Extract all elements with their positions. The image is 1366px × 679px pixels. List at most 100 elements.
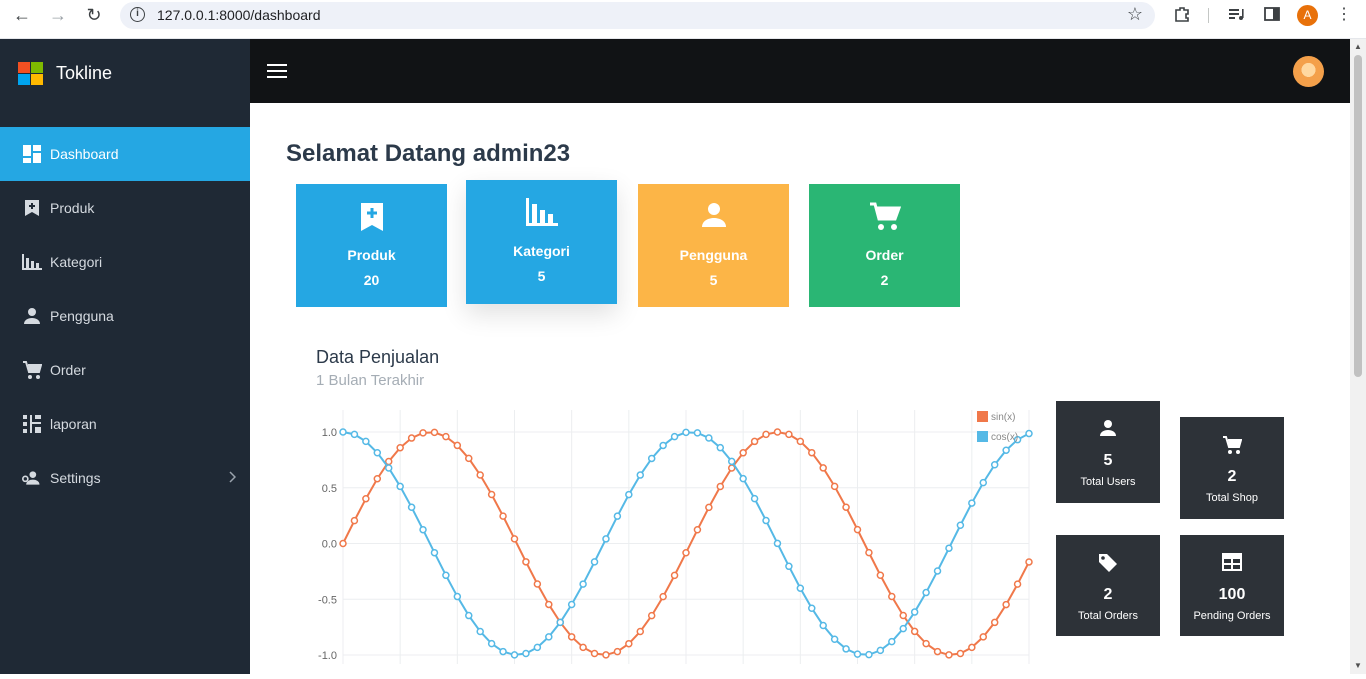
site-info-icon[interactable]: i bbox=[130, 7, 145, 22]
data-point bbox=[876, 571, 885, 579]
data-point bbox=[659, 592, 667, 601]
data-point bbox=[842, 503, 850, 511]
data-point bbox=[510, 651, 519, 659]
media-control-icon[interactable] bbox=[1226, 5, 1246, 25]
scroll-thumb[interactable] bbox=[1354, 55, 1362, 377]
profile-avatar[interactable]: A bbox=[1297, 5, 1318, 26]
users-settings-icon bbox=[22, 468, 42, 488]
data-point bbox=[350, 430, 359, 439]
card-order[interactable]: Order 2 bbox=[809, 184, 960, 307]
data-point bbox=[407, 434, 416, 442]
data-point bbox=[830, 482, 839, 491]
data-point bbox=[819, 464, 827, 472]
data-point bbox=[808, 448, 816, 457]
page-scrollbar[interactable]: ▲ ▼ bbox=[1350, 39, 1366, 674]
scroll-up-icon[interactable]: ▲ bbox=[1354, 42, 1362, 51]
stat-total-orders[interactable]: 2 Total Orders bbox=[1056, 535, 1160, 636]
person-icon bbox=[638, 202, 789, 232]
side-panel-icon[interactable] bbox=[1262, 5, 1282, 25]
report-icon bbox=[22, 414, 42, 434]
tag-icon bbox=[1056, 553, 1160, 573]
sidebar-item-label: Kategori bbox=[50, 254, 103, 270]
forward-arrow-icon[interactable]: → bbox=[44, 4, 72, 26]
data-point bbox=[808, 604, 816, 612]
data-point bbox=[945, 651, 953, 659]
data-point bbox=[1025, 429, 1033, 438]
browser-toolbar: ← → ↻ i 127.0.0.1:8000/dashboard ☆ A ⋮ bbox=[0, 0, 1366, 39]
stat-total-shop[interactable]: 2 Total Shop bbox=[1180, 417, 1284, 519]
sidebar-item-produk[interactable]: Produk bbox=[0, 181, 250, 235]
url-text[interactable]: 127.0.0.1:8000/dashboard bbox=[157, 7, 320, 23]
card-pengguna[interactable]: Pengguna 5 bbox=[638, 184, 789, 307]
bookmark-star-icon[interactable]: ☆ bbox=[1127, 4, 1143, 25]
data-point bbox=[362, 494, 370, 503]
reload-icon[interactable]: ↻ bbox=[80, 4, 108, 26]
sidebar-item-pengguna[interactable]: Pengguna bbox=[0, 289, 250, 343]
data-point bbox=[819, 621, 827, 630]
data-point bbox=[465, 611, 473, 620]
brand[interactable]: Tokline bbox=[18, 61, 112, 85]
sidebar-item-order[interactable]: Order bbox=[0, 343, 250, 397]
address-bar[interactable]: i 127.0.0.1:8000/dashboard ☆ bbox=[120, 2, 1155, 29]
data-point bbox=[876, 646, 885, 655]
sidebar-item-laporan[interactable]: laporan bbox=[0, 397, 250, 451]
data-point bbox=[487, 490, 496, 499]
data-point bbox=[842, 645, 850, 653]
data-point bbox=[762, 430, 770, 439]
sidebar-item-dashboard[interactable]: Dashboard bbox=[0, 127, 250, 181]
card-kategori[interactable]: Kategori 5 bbox=[466, 180, 617, 304]
data-point bbox=[785, 562, 793, 571]
data-point bbox=[419, 525, 427, 534]
sales-chart[interactable]: 1.0 0.5 0.0 -0.5 -1.0 sin(x) cos(x) bbox=[310, 400, 1040, 674]
stat-label: Total Users bbox=[1080, 476, 1136, 488]
data-point bbox=[670, 432, 679, 441]
data-point bbox=[716, 443, 725, 452]
hamburger-menu-icon[interactable] bbox=[267, 64, 287, 78]
sidebar-item-settings[interactable]: Settings bbox=[0, 451, 250, 505]
data-point bbox=[968, 643, 976, 652]
data-point bbox=[522, 558, 530, 566]
data-point bbox=[647, 454, 656, 463]
legend-swatch bbox=[977, 411, 988, 422]
bookmark-add-icon bbox=[296, 202, 447, 232]
extensions-icon[interactable] bbox=[1172, 5, 1192, 25]
data-point bbox=[830, 635, 839, 643]
data-point bbox=[499, 647, 507, 656]
data-point bbox=[362, 437, 370, 446]
data-point bbox=[796, 437, 805, 446]
data-point bbox=[693, 429, 702, 437]
sidebar-item-label: Order bbox=[50, 362, 86, 378]
data-point bbox=[968, 499, 976, 507]
scroll-down-icon[interactable]: ▼ bbox=[1354, 661, 1362, 670]
cart-icon bbox=[809, 202, 960, 232]
data-point bbox=[933, 647, 942, 656]
data-point bbox=[647, 611, 656, 620]
data-point bbox=[933, 567, 942, 575]
data-point bbox=[545, 600, 553, 609]
data-point bbox=[579, 580, 587, 588]
data-point bbox=[899, 624, 907, 633]
data-point bbox=[522, 649, 530, 658]
data-point bbox=[853, 650, 862, 658]
data-point bbox=[888, 637, 896, 646]
data-point bbox=[487, 639, 496, 648]
sidebar-item-kategori[interactable]: Kategori bbox=[0, 235, 250, 289]
sidebar-item-label: laporan bbox=[50, 416, 97, 432]
bar-chart-icon bbox=[466, 198, 617, 228]
data-point bbox=[750, 437, 759, 446]
data-point bbox=[682, 549, 690, 557]
bookmark-add-icon bbox=[22, 198, 42, 218]
data-point bbox=[956, 521, 965, 529]
stat-value: 100 bbox=[1218, 586, 1246, 603]
stat-pending-orders[interactable]: 100 Pending Orders bbox=[1180, 535, 1284, 636]
card-produk[interactable]: Produk 20 bbox=[296, 184, 447, 307]
back-arrow-icon[interactable]: ← bbox=[8, 4, 36, 26]
data-point bbox=[350, 516, 359, 525]
user-avatar[interactable] bbox=[1293, 56, 1324, 87]
more-menu-icon[interactable]: ⋮ bbox=[1334, 5, 1354, 25]
chart-subtitle: 1 Bulan Terakhir bbox=[316, 372, 425, 389]
y-tick-label: 1.0 bbox=[322, 427, 337, 439]
data-point bbox=[922, 588, 930, 597]
data-point bbox=[396, 482, 404, 491]
stat-total-users[interactable]: 5 Total Users bbox=[1056, 401, 1160, 503]
